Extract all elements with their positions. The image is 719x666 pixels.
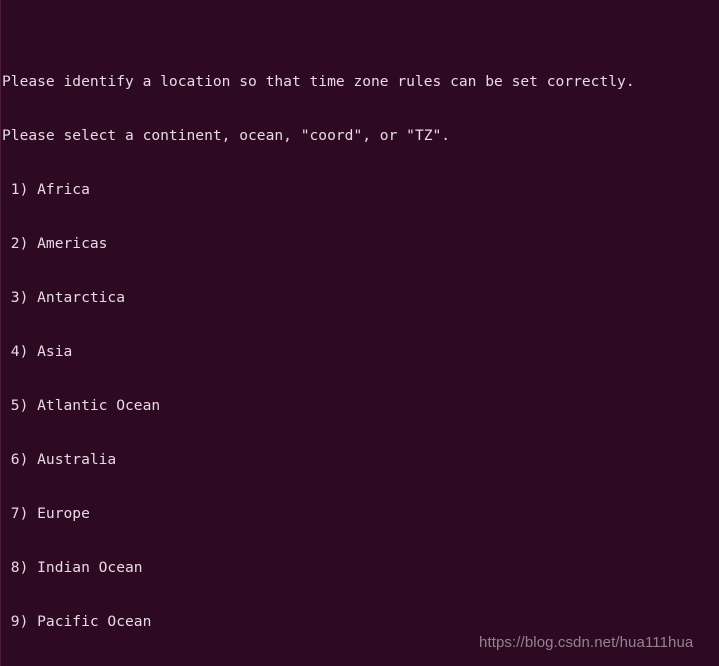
watermark-url: https://blog.csdn.net/hua111hua <box>479 634 694 651</box>
continent-option-1[interactable]: 1) Africa <box>2 181 719 199</box>
continent-intro-line-2: Please select a continent, ocean, "coord… <box>2 127 451 144</box>
continent-option-4[interactable]: 4) Asia <box>2 343 719 361</box>
continent-option-6[interactable]: 6) Australia <box>2 451 719 469</box>
continent-option-3[interactable]: 3) Antarctica <box>2 289 719 307</box>
window-left-border <box>0 0 1 666</box>
terminal-screen: Please identify a location so that time … <box>2 1 719 666</box>
continent-option-7[interactable]: 7) Europe <box>2 505 719 523</box>
continent-option-5[interactable]: 5) Atlantic Ocean <box>2 397 719 415</box>
continent-intro-line-1: Please identify a location so that time … <box>2 73 635 90</box>
continent-option-2[interactable]: 2) Americas <box>2 235 719 253</box>
continent-option-8[interactable]: 8) Indian Ocean <box>2 559 719 577</box>
terminal-window[interactable]: Please identify a location so that time … <box>0 0 719 666</box>
continent-option-9[interactable]: 9) Pacific Ocean <box>2 613 719 631</box>
